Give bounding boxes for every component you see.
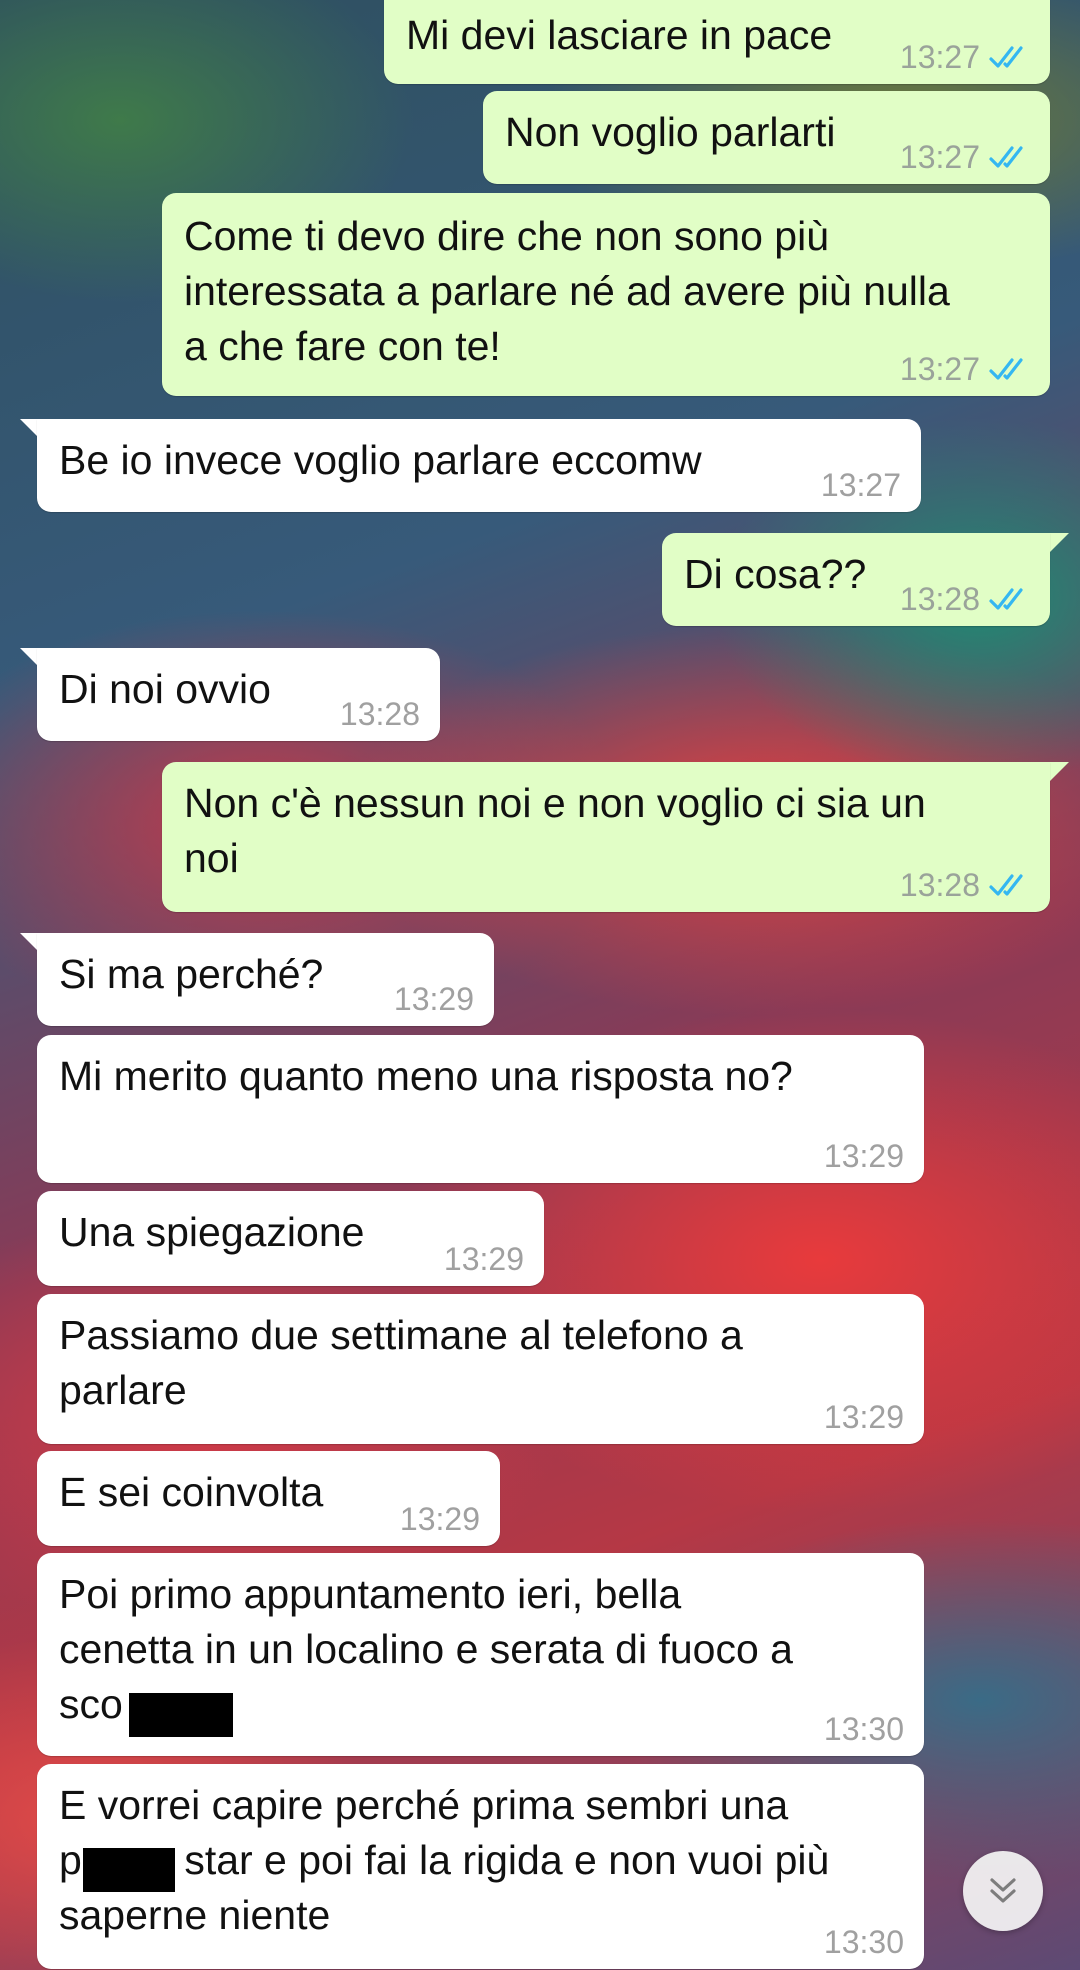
message-time: 13:29 (393, 980, 474, 1017)
redaction-bar (83, 1848, 175, 1892)
message-time: 13:30 (823, 1710, 904, 1747)
message-meta: 13:29 (443, 1240, 524, 1277)
double-chevron-down-icon (990, 1878, 1016, 1903)
message-time: 13:30 (823, 1923, 904, 1960)
scroll-to-bottom-button[interactable] (963, 1851, 1043, 1931)
chat-area[interactable]: Mi devi lasciare in pace 13:27 Non vogli… (0, 0, 1080, 1970)
message-bubble-outgoing[interactable]: Come ti devo dire che non sono più inter… (162, 193, 1050, 396)
message-time: 13:27 (899, 350, 980, 387)
message-bubble-incoming[interactable]: Passiamo due settimane al telefono a par… (37, 1294, 924, 1444)
double-check-icon (989, 146, 1023, 168)
message-meta: 13:29 (399, 1500, 480, 1537)
double-check-icon (989, 358, 1023, 380)
double-check-icon (989, 588, 1023, 610)
message-time: 13:29 (823, 1137, 904, 1174)
message-meta: 13:29 (393, 980, 474, 1017)
message-time: 13:28 (899, 580, 980, 617)
message-bubble-outgoing[interactable]: Non voglio parlarti 13:27 (483, 91, 1050, 184)
message-text: Come ti devo dire che non sono più inter… (184, 213, 950, 369)
message-bubble-incoming[interactable]: Be io invece voglio parlare eccomw 13:27 (37, 419, 921, 512)
double-check-icon (989, 874, 1023, 896)
message-meta: 13:30 (823, 1710, 904, 1747)
message-bubble-incoming[interactable]: E vorrei capire perché prima sembri una … (37, 1764, 924, 1969)
message-bubble-outgoing[interactable]: Mi devi lasciare in pace 13:27 (384, 0, 1050, 84)
bubble-tail (1047, 762, 1069, 784)
message-time: 13:27 (820, 466, 901, 503)
double-check-icon (989, 46, 1023, 68)
message-meta: 13:30 (823, 1923, 904, 1960)
message-time: 13:28 (899, 866, 980, 903)
message-text: Be io invece voglio parlare eccomw (59, 437, 702, 483)
message-bubble-incoming[interactable]: Mi merito quanto meno una risposta no? 1… (37, 1035, 924, 1183)
message-time: 13:27 (899, 38, 980, 75)
message-bubble-outgoing[interactable]: Di cosa?? 13:28 (662, 533, 1050, 626)
message-bubble-outgoing[interactable]: Non c'è nessun noi e non voglio ci sia u… (162, 762, 1050, 912)
message-meta: 13:27 (899, 138, 1030, 175)
message-text: E vorrei capire perché prima sembri una … (59, 1782, 830, 1938)
message-time: 13:27 (899, 138, 980, 175)
message-meta: 13:29 (823, 1137, 904, 1174)
message-time: 13:29 (399, 1500, 480, 1537)
message-bubble-incoming[interactable]: E sei coinvolta 13:29 (37, 1451, 500, 1546)
message-time: 13:29 (823, 1398, 904, 1435)
message-text: Passiamo due settimane al telefono a par… (59, 1312, 743, 1413)
message-meta: 13:27 (899, 38, 1030, 75)
message-meta: 13:28 (339, 695, 420, 732)
message-bubble-incoming[interactable]: Una spiegazione 13:29 (37, 1191, 544, 1286)
message-bubble-incoming[interactable]: Di noi ovvio 13:28 (37, 648, 440, 741)
message-meta: 13:28 (899, 866, 1030, 903)
message-meta: 13:29 (823, 1398, 904, 1435)
message-meta: 13:27 (820, 466, 901, 503)
message-bubble-incoming[interactable]: Poi primo appuntamento ieri, bella cenet… (37, 1553, 924, 1756)
message-bubble-incoming[interactable]: Si ma perché? 13:29 (37, 933, 494, 1026)
message-time: 13:28 (339, 695, 420, 732)
bubble-tail (1047, 533, 1069, 555)
redaction-bar (129, 1693, 233, 1737)
message-meta: 13:28 (899, 580, 1030, 617)
message-meta: 13:27 (899, 350, 1030, 387)
message-time: 13:29 (443, 1240, 524, 1277)
message-text: Mi merito quanto meno una risposta no? (59, 1053, 793, 1099)
